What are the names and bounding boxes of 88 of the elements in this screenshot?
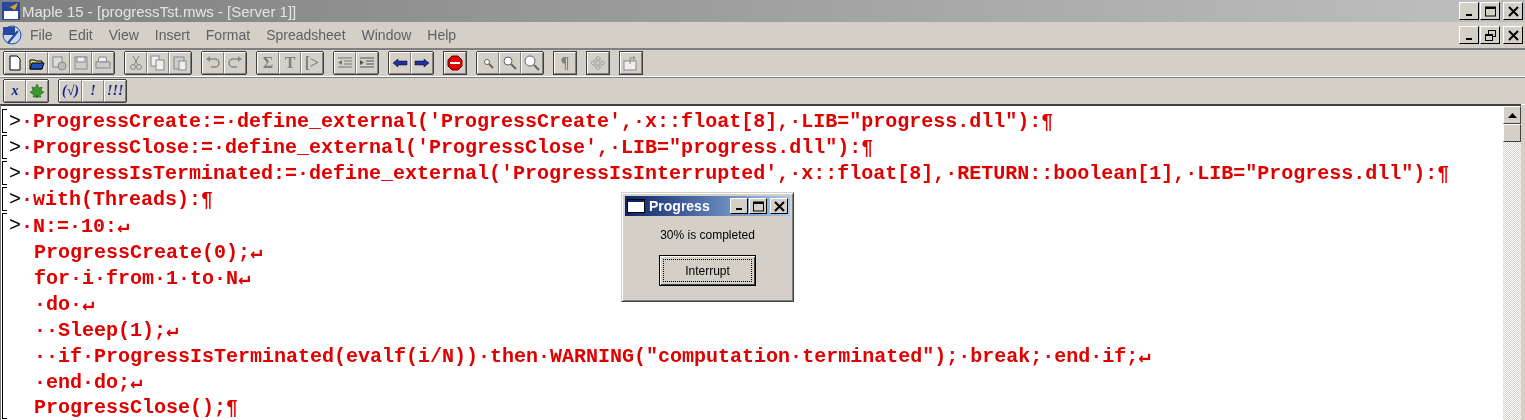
minimize-button[interactable] [1459, 2, 1479, 20]
interrupt-button[interactable]: Interrupt [659, 255, 756, 286]
code-line: ·ProgressClose:=·define_external('ProgressClose',·LIB="progress.dll"):¶ [21, 135, 874, 159]
scrollbar[interactable] [1503, 106, 1521, 420]
maximize-button[interactable] [749, 198, 767, 214]
toolbar-button[interactable]: (√) [59, 80, 82, 102]
maximize-button[interactable] [1480, 2, 1500, 20]
toolbar-button[interactable] [444, 52, 466, 74]
menu-item[interactable]: Window [353, 25, 420, 45]
toolbar-button[interactable] [389, 52, 411, 74]
window-title: Maple 15 - [progressTst.mws - [Server 1]] [22, 2, 297, 20]
minimize-icon [1466, 38, 1472, 40]
prompt: > [9, 161, 21, 185]
code-line: ··if·ProgressIsTerminated(evalf(i/N))·then·WARNING("computation·terminated");·break;·end·if;↵ [34, 343, 1151, 368]
group-bracket [2, 109, 7, 133]
dialog-title: Progress [649, 198, 710, 214]
menu-item[interactable]: File [22, 25, 61, 45]
four-arrows-icon [590, 55, 606, 71]
code-line: for·i·from·1·to·N↵ [34, 265, 251, 290]
save-icon [73, 55, 89, 71]
code-line: ·ProgressIsTerminated:=·define_external('ProgressIsInterrupted',·x::float[8],·RETURN::boolean[1],·LIB="Progress.dll"):¶ [21, 161, 1450, 185]
restore-button[interactable] [1480, 26, 1500, 44]
export-icon [623, 55, 639, 71]
maple-leaf-icon [29, 83, 45, 99]
close-button[interactable] [770, 198, 788, 214]
code-line: ·end·do;↵ [34, 369, 143, 394]
close-icon [1507, 5, 1519, 17]
app-logo-icon [2, 2, 20, 20]
paste-icon [172, 55, 188, 71]
scroll-thumb[interactable] [1503, 124, 1521, 142]
menu-item[interactable]: Format [197, 25, 259, 45]
close-icon [773, 200, 785, 212]
close-button[interactable] [1503, 26, 1523, 44]
document-logo-icon [2, 25, 22, 45]
printer-icon [95, 55, 111, 71]
left-arrow-icon [392, 55, 408, 71]
toolbar-button[interactable]: ¶ [554, 52, 576, 74]
prompt: > [9, 213, 21, 237]
prompt: > [9, 109, 21, 133]
group-bracket [2, 161, 7, 185]
group-bracket [2, 187, 7, 211]
undo-icon [205, 55, 221, 71]
toolbar-button[interactable]: ! [82, 80, 104, 102]
up-arrow-icon [1507, 112, 1517, 118]
zoom-large-icon [524, 55, 540, 71]
restore-icon [1484, 29, 1496, 41]
toolbar-button[interactable]: [> [301, 52, 323, 74]
code-line: ProgressCreate(0);↵ [34, 239, 263, 264]
outdent-icon [337, 55, 353, 71]
code-line: ·N:=·10:↵ [21, 213, 130, 238]
window-icon [627, 199, 645, 213]
minimize-icon [736, 208, 742, 210]
toolbar-button[interactable] [411, 52, 433, 74]
toolbar-button[interactable]: x [4, 80, 26, 102]
code-line: ProgressClose();¶ [34, 395, 239, 419]
close-button[interactable] [1503, 2, 1523, 20]
code-line: ·do·↵ [34, 291, 95, 316]
progress-message: 30% is completed [660, 228, 755, 242]
close-icon [1507, 29, 1519, 41]
prompt: > [9, 135, 21, 159]
scroll-up-button[interactable] [1503, 106, 1521, 124]
toolbar-button[interactable] [26, 52, 48, 74]
toolbar-button[interactable]: T [279, 52, 301, 74]
code-line: ··Sleep(1);↵ [34, 317, 179, 342]
group-bracket [2, 135, 7, 159]
menu-item[interactable]: View [100, 25, 147, 45]
maximize-icon [752, 200, 764, 212]
toolbar-button[interactable]: !!! [104, 80, 127, 102]
minimize-button[interactable] [730, 198, 748, 214]
maximize-icon [1484, 5, 1496, 17]
menu-item[interactable]: Spreadsheet [258, 25, 354, 45]
zoom-medium-icon [502, 55, 518, 71]
menu-item[interactable]: Edit [60, 25, 101, 45]
menu-item[interactable]: Insert [146, 25, 198, 45]
new-document-icon [7, 55, 23, 71]
menu-item[interactable]: Help [419, 25, 465, 45]
code-line: ·with(Threads):¶ [21, 187, 214, 211]
prompt: > [9, 187, 21, 211]
copy-icon [150, 55, 166, 71]
code-line: ·ProgressCreate:=·define_external('ProgressCreate',·x::float[8],·LIB="progress.dll"):¶ [21, 109, 1054, 133]
stop-sign-icon [447, 55, 463, 71]
toolbar-button[interactable]: Σ [257, 52, 279, 74]
indent-icon [359, 55, 375, 71]
redo-icon [227, 55, 243, 71]
minimize-icon [1466, 14, 1472, 16]
minimize-button[interactable] [1459, 26, 1479, 44]
right-arrow-icon [414, 55, 430, 71]
scissors-icon [128, 55, 144, 71]
